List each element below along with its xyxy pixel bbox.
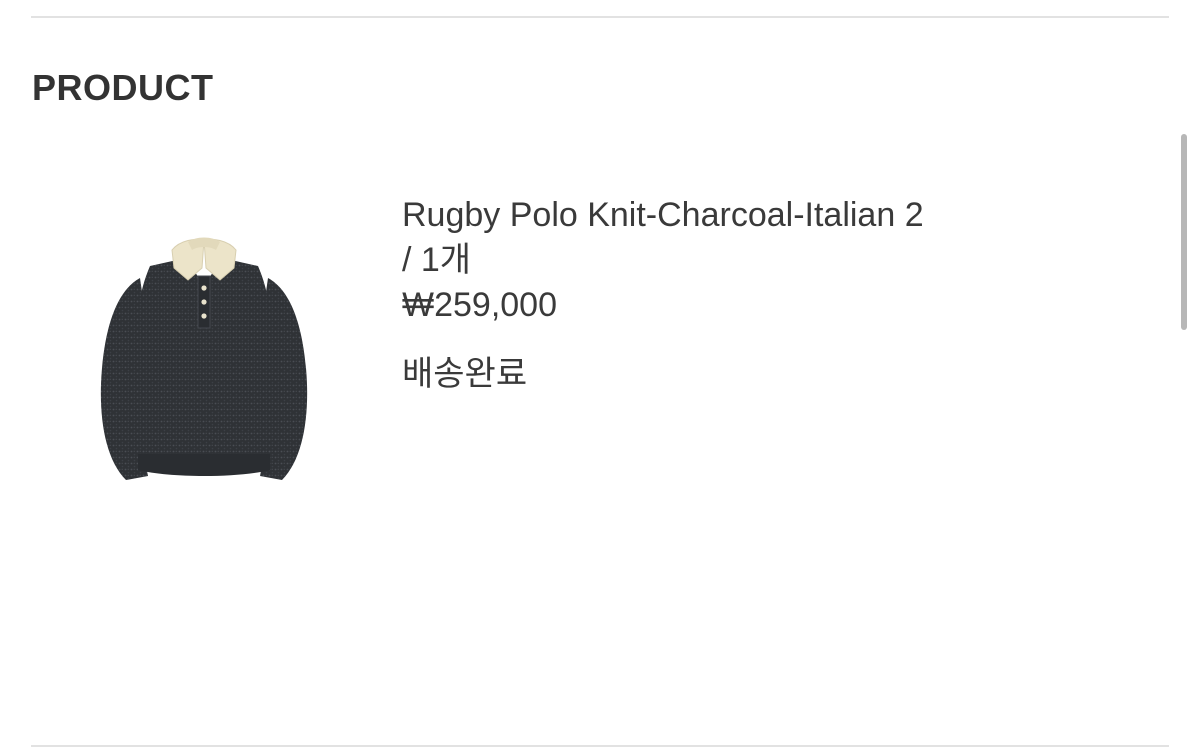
bottom-divider (31, 745, 1169, 747)
product-quantity: / 1개 (402, 241, 472, 279)
product-price: ₩259,000 (402, 286, 557, 324)
product-info: Rugby Polo Knit-Charcoal-Italian 2 / 1개 … (402, 193, 1042, 394)
product-name-link[interactable]: Rugby Polo Knit-Charcoal-Italian 2 (402, 193, 1042, 238)
sweater-icon (100, 237, 308, 480)
product-image[interactable] (88, 228, 320, 496)
top-divider (31, 16, 1169, 18)
delivery-status: 배송완료 (402, 355, 528, 393)
section-title: PRODUCT (32, 67, 214, 108)
scrollbar-thumb[interactable] (1181, 134, 1187, 330)
